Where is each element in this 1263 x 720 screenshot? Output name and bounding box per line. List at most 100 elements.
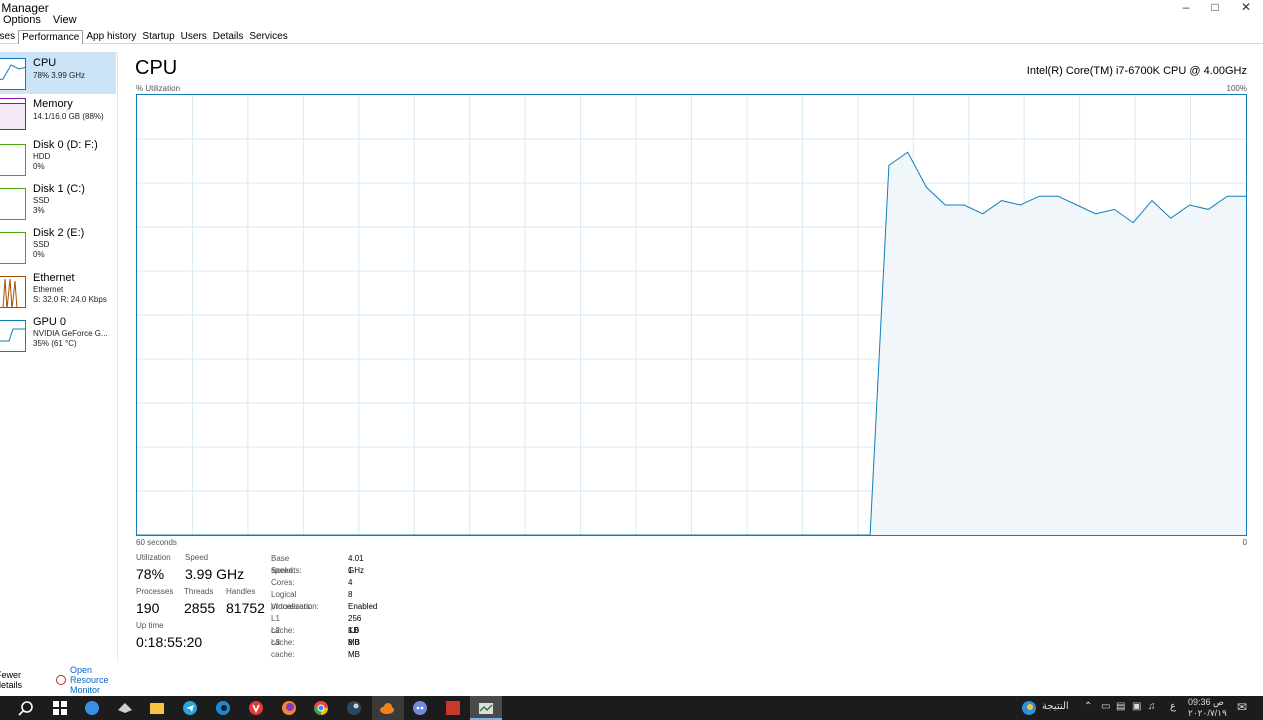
language-indicator[interactable]: ع	[1170, 701, 1176, 712]
spec-key: L3 cache:	[271, 638, 295, 659]
display-icon[interactable]: ▣	[1132, 701, 1141, 712]
spec-key: Cores:	[271, 578, 295, 587]
sidebar-item-gpu-0[interactable]: GPU 0 NVIDIA GeForce G... 35% (61 °C)	[0, 314, 116, 358]
cpu-detail-panel: CPU Intel(R) Core(TM) i7-6700K CPU @ 4.0…	[119, 52, 1263, 662]
file-explorer-icon[interactable]	[149, 700, 165, 716]
sidebar-item-type: HDD	[33, 152, 51, 161]
sidebar-item-label: Disk 0 (D: F:)	[33, 139, 98, 151]
weather-icon[interactable]	[1021, 700, 1037, 716]
menu-view[interactable]: View	[53, 14, 77, 28]
spec-value: Enabled	[348, 602, 378, 611]
discord-icon[interactable]	[412, 700, 428, 716]
sidebar-item-disk-2[interactable]: Disk 2 (E:) SSD 0%	[0, 226, 116, 270]
y-axis-label: % Utilization	[136, 84, 181, 93]
sidebar-item-label: Disk 1 (C:)	[33, 183, 85, 195]
sidebar-item-detail: 78% 3.99 GHz	[33, 71, 86, 80]
y-max-label: 100%	[1226, 84, 1247, 93]
processes-label: Processes	[136, 587, 174, 596]
maximize-button[interactable]: □	[1205, 0, 1225, 14]
sidebar-item-disk-1[interactable]: Disk 1 (C:) SSD 3%	[0, 182, 116, 226]
memory-thumbnail-graph	[0, 98, 26, 130]
sidebar-item-memory[interactable]: Memory 14.1/16.0 GB (88%)	[0, 94, 116, 136]
page-title: CPU	[135, 57, 178, 79]
spec-value: 4	[348, 578, 353, 587]
uptime-label: Up time	[136, 621, 164, 630]
fewer-details-link[interactable]: Fewer details	[0, 670, 22, 690]
network-icon[interactable]: ▤	[1116, 701, 1125, 712]
chevron-up-icon[interactable]: ⌃	[1084, 701, 1092, 712]
sidebar-item-detail: S: 32.0 R: 24.0 Kbps	[33, 295, 107, 304]
tab-services[interactable]: Services	[246, 30, 290, 44]
sidebar-item-detail: 0%	[33, 162, 45, 171]
volume-icon[interactable]: ♫	[1148, 701, 1156, 712]
windows-start-icon[interactable]	[52, 700, 68, 716]
sidebar-item-disk-0[interactable]: Disk 0 (D: F:) HDD 0%	[0, 138, 116, 182]
resource-monitor-icon	[56, 675, 66, 685]
cpu-utilization-graph	[136, 94, 1247, 536]
minimize-button[interactable]: –	[1176, 0, 1196, 14]
app-icon[interactable]	[84, 700, 100, 716]
battery-icon[interactable]: ▭	[1101, 701, 1110, 712]
telegram-icon[interactable]	[182, 700, 198, 716]
disk-thumbnail-graph	[0, 144, 26, 176]
utilization-label: Utilization	[136, 553, 171, 562]
speed-value: 3.99 GHz	[185, 566, 245, 582]
disk-thumbnail-graph	[0, 232, 26, 264]
processes-value: 190	[136, 600, 160, 616]
spec-value: 8	[348, 590, 353, 599]
tab-users[interactable]: Users	[178, 30, 210, 44]
app-icon[interactable]	[445, 700, 461, 716]
tab-performance[interactable]: Performance	[18, 30, 84, 44]
window-title: sk Manager	[0, 1, 49, 15]
resource-sidebar: CPU 78% 3.99 GHz Memory 14.1/16.0 GB (88…	[0, 52, 118, 662]
steam-icon[interactable]	[346, 700, 362, 716]
threads-label: Threads	[184, 587, 214, 596]
close-button[interactable]: ✕	[1236, 0, 1256, 14]
edge-icon[interactable]	[215, 700, 231, 716]
tab-details[interactable]: Details	[210, 30, 247, 44]
task-manager-window: sk Manager – □ ✕ Options View esses Perf…	[0, 0, 1263, 696]
gpu-thumbnail-graph	[0, 320, 26, 352]
tab-processes[interactable]: esses	[0, 30, 18, 44]
speed-label: Speed	[185, 553, 209, 562]
x-axis-start-label: 60 seconds	[136, 538, 177, 547]
weather-text[interactable]: النتيجة	[1042, 701, 1069, 712]
app-icon[interactable]	[117, 700, 133, 716]
sidebar-item-label: Memory	[33, 98, 73, 110]
cpu-utilization-chart	[136, 95, 1247, 536]
sidebar-item-ethernet[interactable]: Ethernet Ethernet S: 32.0 R: 24.0 Kbps	[0, 270, 116, 314]
utilization-value: 78%	[136, 566, 165, 582]
sidebar-item-detail: 0%	[33, 250, 45, 259]
notifications-icon[interactable]: ✉	[1237, 700, 1247, 714]
sidebar-item-label: Disk 2 (E:)	[33, 227, 85, 239]
uptime-value: 0:18:55:20	[136, 634, 203, 650]
taskbar: النتيجة ⌃ ▭ ▤ ▣ ♫ ع 09:36 ص ٢٠٢٠/٧/١٩ ✉	[0, 696, 1263, 720]
sidebar-item-cpu[interactable]: CPU 78% 3.99 GHz	[0, 52, 116, 94]
disk-thumbnail-graph	[0, 188, 26, 220]
cpu-model-name: Intel(R) Core(TM) i7-6700K CPU @ 4.00GHz	[1026, 65, 1247, 77]
tab-startup[interactable]: Startup	[139, 30, 177, 44]
sidebar-item-label: Ethernet	[33, 272, 75, 284]
menu-options[interactable]: Options	[3, 14, 41, 28]
firefox-icon[interactable]	[281, 700, 297, 716]
sidebar-item-detail: 35% (61 °C)	[33, 339, 77, 348]
sidebar-item-type: Ethernet	[33, 285, 64, 294]
clock-time[interactable]: 09:36 ص	[1188, 697, 1224, 708]
threads-value: 2855	[184, 600, 216, 616]
spec-value: 1	[348, 566, 353, 575]
chrome-icon[interactable]	[313, 700, 329, 716]
handles-label: Handles	[226, 587, 256, 596]
vivaldi-icon[interactable]	[248, 700, 264, 716]
tab-app-history[interactable]: App history	[83, 30, 139, 44]
sidebar-item-detail: 3%	[33, 206, 45, 215]
spec-value: 8.0 MB	[348, 638, 360, 659]
open-resource-monitor-link[interactable]: Open Resource Monitor	[70, 665, 109, 695]
sidebar-item-type: SSD	[33, 196, 50, 205]
cloud-icon[interactable]	[379, 700, 395, 716]
search-icon[interactable]	[18, 700, 34, 716]
cpu-thumbnail-graph	[0, 58, 26, 90]
ethernet-thumbnail-graph	[0, 276, 26, 308]
task-manager-icon[interactable]	[478, 700, 494, 716]
clock-date[interactable]: ٢٠٢٠/٧/١٩	[1188, 708, 1227, 719]
tab-strip: esses Performance App history Startup Us…	[0, 30, 1263, 44]
